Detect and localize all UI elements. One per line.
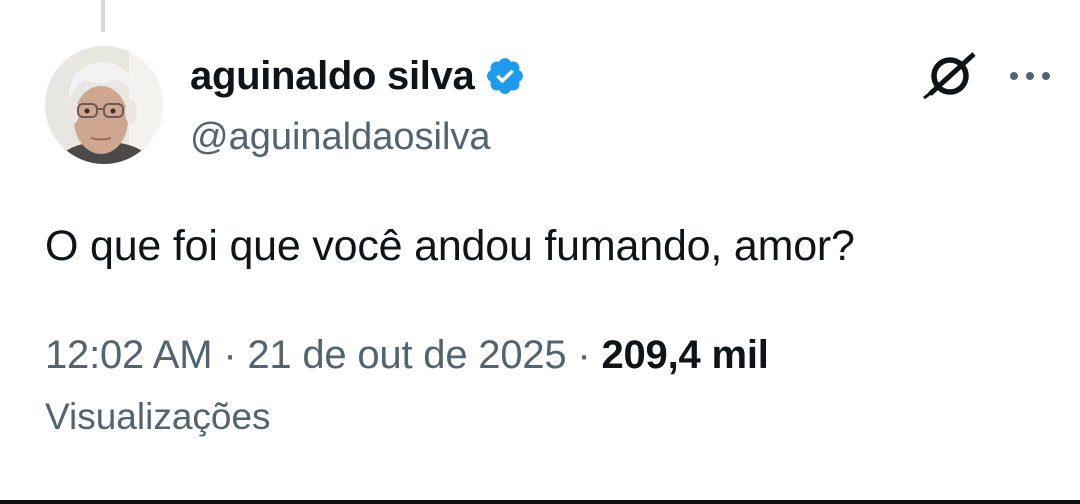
author-name-row[interactable]: aguinaldo silva [190,54,526,98]
meta-separator: · [212,333,248,377]
verified-badge-icon[interactable] [484,55,526,97]
tweet-text: O que foi que você andou fumando, amor? [45,222,855,270]
views-count[interactable]: 209,4 mil [601,333,768,377]
display-name[interactable]: aguinaldo silva [190,54,475,99]
thread-connector-line [101,0,105,32]
author-handle[interactable]: @aguinaldaosilva [190,116,491,159]
tweet-date[interactable]: 21 de out de 2025 [247,333,566,377]
bottom-divider [0,500,1080,504]
meta-separator: · [566,333,602,377]
grok-icon[interactable] [920,50,980,102]
avatar-image [45,46,163,164]
tweet-metadata: 12:02 AM · 21 de out de 2025 · 209,4 mil [45,333,769,378]
tweet-time[interactable]: 12:02 AM [45,333,213,377]
avatar[interactable] [45,46,163,164]
views-label[interactable]: Visualizações [45,396,271,438]
more-options-icon[interactable] [1004,58,1056,94]
